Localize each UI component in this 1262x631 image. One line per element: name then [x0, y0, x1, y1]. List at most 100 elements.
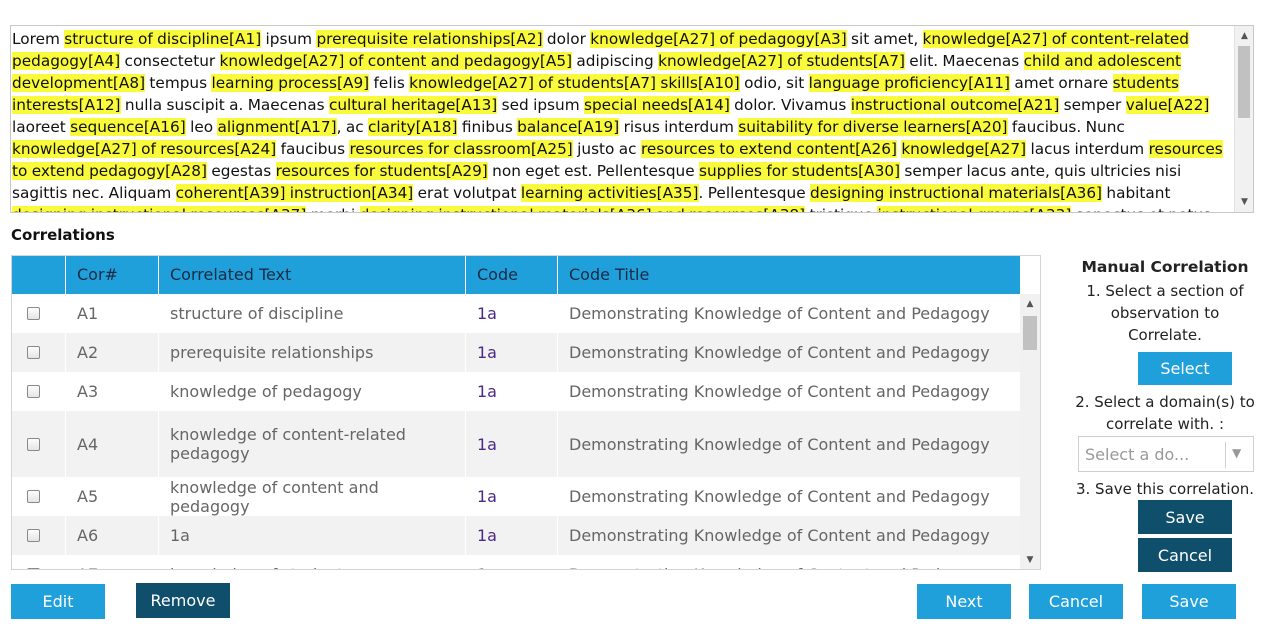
- highlighted-phrase[interactable]: cultural heritage[A13]: [328, 96, 498, 114]
- highlighted-phrase[interactable]: knowledge[A27] of resources[A24]: [12, 140, 277, 158]
- observation-plain-text: faucibus. Nunc: [1007, 118, 1125, 136]
- save-button[interactable]: Save: [1142, 584, 1236, 619]
- next-button[interactable]: Next: [917, 584, 1011, 619]
- highlighted-phrase[interactable]: knowledge[A27] of students[A7] skills[A1…: [409, 74, 740, 92]
- table-scrollbar[interactable]: ▲ ▼: [1020, 294, 1040, 569]
- row-checkbox[interactable]: [27, 568, 40, 569]
- manual-correlation-title: Manual Correlation: [1081, 258, 1249, 276]
- table-row[interactable]: A6 1a 1a Demonstrating Knowledge of Content…: [12, 516, 1020, 555]
- highlighted-phrase[interactable]: designing instructional materials[A36] a…: [359, 206, 806, 212]
- observation-plain-text: risus interdum: [619, 118, 739, 136]
- column-header-code[interactable]: Code: [466, 256, 558, 294]
- observation-plain-text: lacus interdum: [1026, 140, 1149, 158]
- step-1-text: 1. Select a section of observation to Co…: [1086, 282, 1244, 344]
- highlighted-phrase[interactable]: sequence[A16]: [70, 118, 186, 136]
- highlighted-phrase[interactable]: knowledge[A27]: [901, 140, 1027, 158]
- highlighted-phrase[interactable]: balance[A19]: [517, 118, 620, 136]
- scroll-down-icon[interactable]: ▼: [1020, 552, 1040, 568]
- highlighted-phrase[interactable]: knowledge[A27] of pedagogy[A3]: [590, 30, 847, 48]
- table-row[interactable]: A3 knowledge of pedagogy 1a Demonstrating K…: [12, 372, 1020, 411]
- column-header-cor[interactable]: Cor#: [66, 256, 159, 294]
- highlighted-phrase[interactable]: language proficiency[A11]: [808, 74, 1010, 92]
- cell-correlated-text: structure of discipline: [159, 294, 466, 333]
- remove-button[interactable]: Remove: [136, 583, 230, 618]
- observation-text-box[interactable]: Lorem structure of discipline[A1] ipsum …: [10, 25, 1254, 213]
- highlighted-phrase[interactable]: alignment[A17]: [217, 118, 337, 136]
- row-checkbox[interactable]: [27, 307, 40, 320]
- highlighted-phrase[interactable]: knowledge[A27] of students[A7]: [658, 52, 905, 70]
- step-2-block: 2. Select a domain(s) to correlate with.…: [1075, 391, 1255, 435]
- cell-code: 1a: [466, 333, 558, 372]
- highlighted-phrase[interactable]: instructional groups[A33]: [877, 206, 1072, 212]
- table-row[interactable]: A4 knowledge of content-related pedagogy 1…: [12, 411, 1020, 477]
- highlighted-phrase[interactable]: designing instructional materials[A36]: [809, 184, 1103, 202]
- select-section-button[interactable]: Select: [1138, 352, 1232, 385]
- observation-plain-text: faucibus: [276, 140, 350, 158]
- highlighted-phrase[interactable]: clarity[A18]: [367, 118, 458, 136]
- observation-plain-text: sed ipsum: [497, 96, 584, 114]
- observation-plain-text: habitant: [1102, 184, 1171, 202]
- save-correlation-button[interactable]: Save: [1138, 500, 1232, 534]
- highlighted-phrase[interactable]: resources for classroom[A25]: [349, 140, 573, 158]
- row-checkbox[interactable]: [27, 529, 40, 542]
- cancel-button[interactable]: Cancel: [1029, 584, 1123, 619]
- highlighted-phrase[interactable]: suitability for diverse learners[A20]: [738, 118, 1008, 136]
- observation-plain-text: leo: [185, 118, 218, 136]
- column-header-select: [12, 256, 66, 294]
- scroll-thumb[interactable]: [1238, 46, 1250, 118]
- highlighted-phrase[interactable]: instructional outcome[A21]: [850, 96, 1060, 114]
- highlighted-phrase[interactable]: prerequisite relationships[A2]: [316, 30, 543, 48]
- cell-code: 1a: [466, 555, 558, 569]
- table-row[interactable]: A5 knowledge of content and pedagogy 1a Dem…: [12, 477, 1020, 516]
- cell-correlated-text: prerequisite relationships: [159, 333, 466, 372]
- highlighted-phrase[interactable]: special needs[A14]: [584, 96, 730, 114]
- highlighted-phrase[interactable]: value[A22]: [1125, 96, 1210, 114]
- observation-plain-text: consectetur: [120, 52, 220, 70]
- observation-plain-text: tempus: [145, 74, 212, 92]
- observation-plain-text: morbi: [306, 206, 359, 212]
- row-checkbox[interactable]: [27, 346, 40, 359]
- highlighted-phrase[interactable]: learning process[A9]: [211, 74, 370, 92]
- cell-code-title: Demonstrating Knowledge of Content and P…: [569, 434, 990, 454]
- table-row[interactable]: A1 structure of discipline 1a Demonstrating…: [12, 294, 1020, 333]
- cell-cor-number: A4: [66, 411, 159, 477]
- highlighted-phrase[interactable]: knowledge[A27] of content and pedagogy[A…: [219, 52, 573, 70]
- cell-cor-number: A5: [66, 477, 159, 516]
- highlighted-phrase[interactable]: designing instructional resources[A37]: [12, 206, 307, 212]
- highlighted-phrase[interactable]: resources to extend content[A26]: [640, 140, 897, 158]
- table-row[interactable]: A2 prerequisite relationships 1a Demonstrat…: [12, 333, 1020, 372]
- column-header-correlated-text[interactable]: Correlated Text: [159, 256, 466, 294]
- observation-plain-text: finibus: [457, 118, 518, 136]
- scroll-up-icon[interactable]: ▲: [1020, 296, 1040, 312]
- cell-code-title: Demonstrating Knowledge of Content and P…: [569, 526, 990, 545]
- observation-plain-text: sit amet,: [846, 30, 923, 48]
- row-checkbox[interactable]: [27, 437, 40, 451]
- observation-plain-text: laoreet: [12, 118, 71, 136]
- domain-select[interactable]: Select a do... ▼: [1078, 436, 1254, 472]
- observation-plain-text: ipsum: [261, 30, 317, 48]
- observation-plain-text: nulla suscipit a. Maecenas: [120, 96, 329, 114]
- cell-cor-number: A7: [66, 555, 159, 569]
- observation-scrollbar[interactable]: ▲ ▼: [1234, 26, 1253, 212]
- row-checkbox[interactable]: [27, 490, 40, 503]
- cell-code: 1a: [466, 411, 558, 477]
- scroll-thumb[interactable]: [1023, 316, 1037, 350]
- observation-text[interactable]: Lorem structure of discipline[A1] ipsum …: [12, 28, 1234, 212]
- table-row[interactable]: A7knowledge of students1aDemonstrating K…: [12, 555, 1020, 569]
- highlighted-phrase[interactable]: structure of discipline[A1]: [64, 30, 262, 48]
- observation-plain-text: dolor. Vivamus: [729, 96, 851, 114]
- cancel-correlation-button[interactable]: Cancel: [1138, 538, 1232, 572]
- scroll-down-icon[interactable]: ▼: [1235, 194, 1253, 210]
- scroll-up-icon[interactable]: ▲: [1235, 28, 1253, 44]
- edit-button[interactable]: Edit: [11, 584, 105, 619]
- column-header-code-title[interactable]: Code Title: [558, 256, 1020, 294]
- highlighted-phrase[interactable]: coherent[A39] instruction[A34]: [175, 184, 414, 202]
- observation-plain-text: erat volutpat: [413, 184, 521, 202]
- highlighted-phrase[interactable]: learning activities[A35]: [520, 184, 699, 202]
- chevron-down-icon[interactable]: ▼: [1232, 446, 1241, 460]
- cell-cor-number: A1: [66, 294, 159, 333]
- highlighted-phrase[interactable]: supplies for students[A30]: [699, 162, 901, 180]
- row-checkbox[interactable]: [27, 385, 40, 398]
- highlighted-phrase[interactable]: resources for students[A29]: [275, 162, 488, 180]
- cell-code-title: Demonstrating Knowledge of Content and P…: [569, 382, 990, 401]
